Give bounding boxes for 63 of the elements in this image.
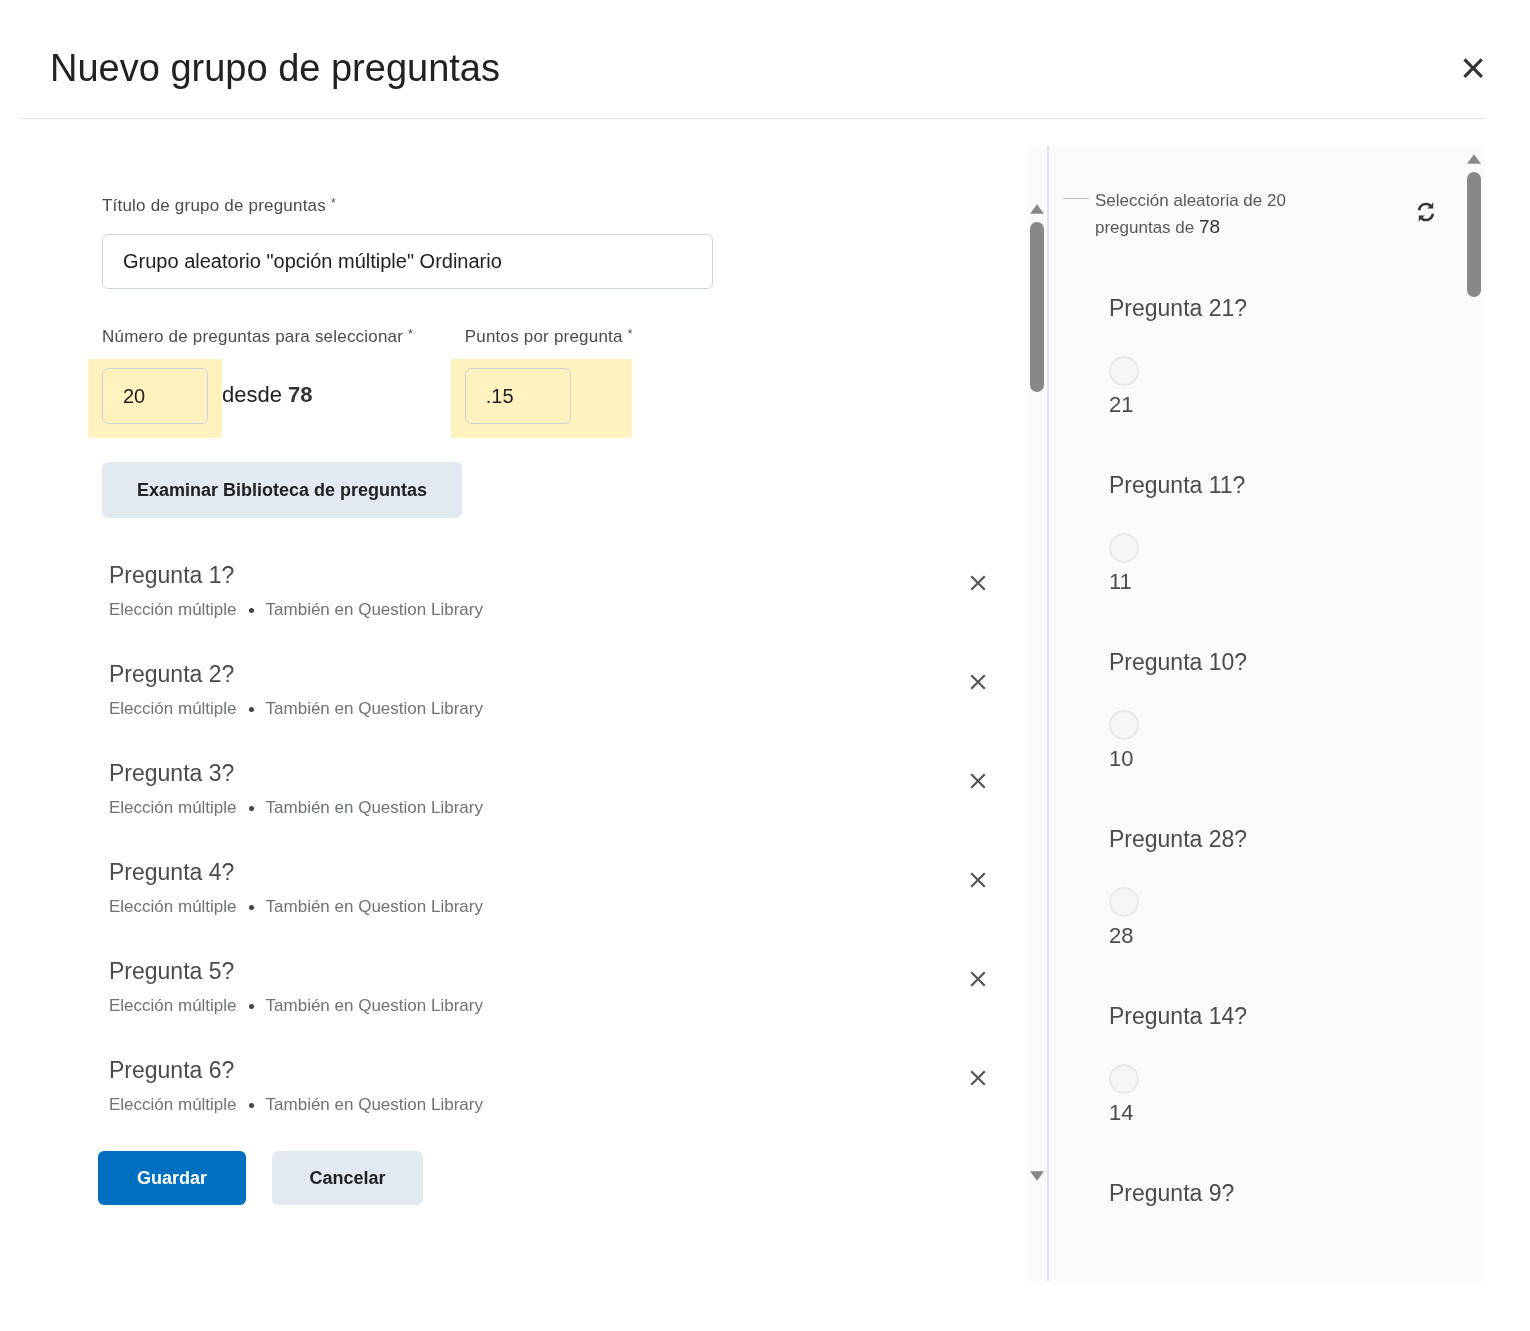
close-button[interactable]: × (1460, 46, 1486, 90)
scroll-up-icon[interactable] (1030, 204, 1044, 214)
question-title: Pregunta 4? (109, 859, 236, 886)
question-title: Pregunta 3? (109, 760, 236, 787)
bullet-icon (248, 904, 254, 910)
dialog-title: Nuevo grupo de preguntas (50, 46, 500, 90)
scroll-up-icon[interactable] (1467, 154, 1481, 164)
bullet-icon (248, 607, 254, 613)
option-label: 28 (1109, 923, 1134, 949)
browse-button[interactable]: Examinar Biblioteca de preguntas (102, 462, 462, 518)
required-mark: * (330, 196, 336, 210)
question-type: Elección múltiple (109, 699, 237, 719)
field-label: Título de grupo de preguntas (102, 196, 326, 216)
scroll-down-icon[interactable] (1030, 1171, 1044, 1181)
question-title: Pregunta 10? (1109, 649, 1248, 676)
action-button[interactable]: Cancelar (272, 1151, 423, 1205)
question-source: También en Question Library (265, 996, 483, 1016)
title-field[interactable]: Grupo aleatorio "opción múltiple" Ordinario (102, 234, 713, 289)
required-mark: * (408, 327, 413, 341)
question-title: Pregunta 11? (1109, 472, 1246, 499)
question-title: Pregunta 21? (1109, 295, 1248, 322)
question-type: Elección múltiple (109, 798, 237, 818)
question-title: Pregunta 2? (109, 661, 236, 688)
remove-icon[interactable] (969, 871, 987, 889)
field-label: Número de preguntas para seleccionar (102, 327, 404, 347)
option-label: 21 (1109, 392, 1134, 418)
option-label: 10 (1109, 746, 1134, 772)
question-type: Elección múltiple (109, 600, 237, 620)
question-title: Pregunta 1? (109, 562, 236, 589)
bullet-icon (248, 1102, 254, 1108)
question-title: Pregunta 14? (1109, 1003, 1248, 1030)
count-field[interactable]: 20 (102, 368, 208, 424)
question-type: Elección múltiple (109, 996, 237, 1016)
remove-icon[interactable] (969, 970, 987, 988)
bullet-icon (248, 1003, 254, 1009)
question-title: Pregunta 5? (109, 958, 236, 985)
option-label: 11 (1109, 569, 1132, 595)
question-source: También en Question Library (265, 798, 483, 818)
selection-summary: Selección aleatoria de 20 preguntas de 78 (1095, 190, 1287, 239)
question-title: Pregunta 6? (109, 1057, 236, 1084)
scroll-thumb[interactable] (1467, 172, 1481, 297)
points-field[interactable]: .15 (464, 368, 571, 424)
question-title: Pregunta 28? (1109, 826, 1248, 853)
remove-icon[interactable] (969, 673, 987, 691)
field-label: Puntos por pregunta (464, 327, 623, 347)
refresh-icon[interactable] (1417, 200, 1435, 224)
question-title: Pregunta 9? (1109, 1180, 1235, 1207)
bullet-icon (248, 805, 254, 811)
option-label: 14 (1109, 1100, 1134, 1126)
question-source: También en Question Library (265, 600, 483, 620)
scroll-thumb[interactable] (1030, 222, 1044, 392)
question-source: También en Question Library (265, 699, 483, 719)
count-total: desde 78 (222, 380, 313, 408)
remove-icon[interactable] (969, 772, 987, 790)
remove-icon[interactable] (969, 1069, 987, 1087)
question-source: También en Question Library (265, 897, 483, 917)
action-button[interactable]: Guardar (98, 1151, 246, 1205)
bullet-icon (248, 706, 254, 712)
question-type: Elección múltiple (109, 897, 237, 917)
remove-icon[interactable] (969, 574, 987, 592)
question-type: Elección múltiple (109, 1095, 237, 1115)
required-mark: * (627, 327, 633, 341)
question-source: También en Question Library (265, 1095, 483, 1115)
